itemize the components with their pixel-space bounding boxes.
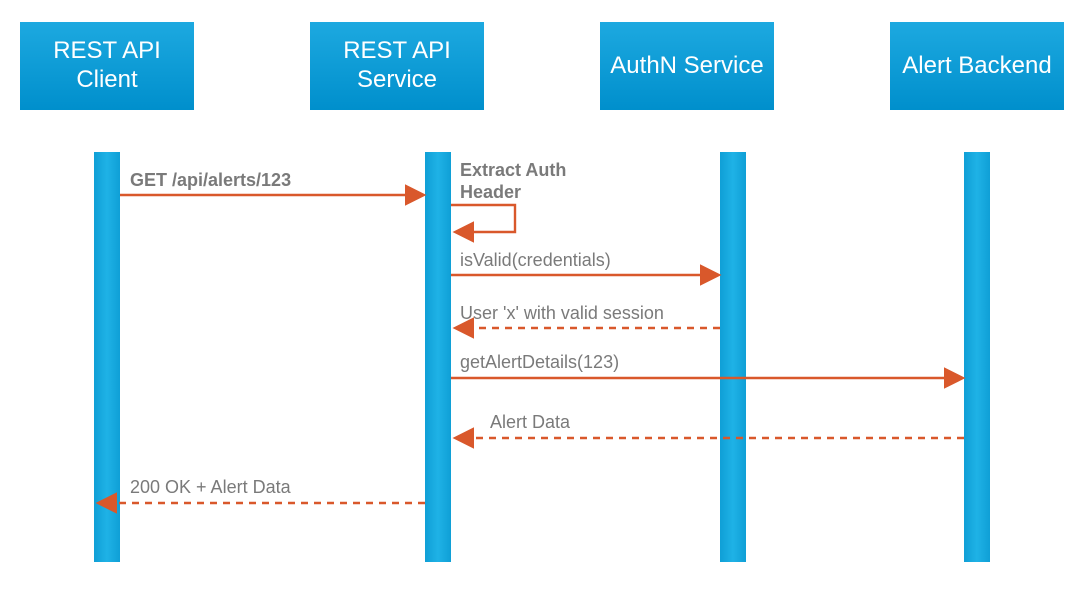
lifeline-client [94,152,120,562]
msg-alert-data: Alert Data [490,412,570,434]
lifeline-backend [964,152,990,562]
sequence-diagram: REST API Client REST API Service AuthN S… [0,0,1082,604]
msg-get-alerts: GET /api/alerts/123 [130,170,291,192]
lifeline-authn [720,152,746,562]
actor-backend: Alert Backend [890,22,1064,110]
msg-200-ok: 200 OK + Alert Data [130,477,291,499]
arrow-extract-auth [451,205,515,232]
msg-get-alert-details: getAlertDetails(123) [460,352,619,374]
actor-client: REST API Client [20,22,194,110]
lifeline-service [425,152,451,562]
msg-extract-auth: Extract Auth Header [460,160,566,203]
actor-service: REST API Service [310,22,484,110]
msg-valid-session: User 'x' with valid session [460,303,664,325]
actor-authn: AuthN Service [600,22,774,110]
msg-isvalid: isValid(credentials) [460,250,611,272]
